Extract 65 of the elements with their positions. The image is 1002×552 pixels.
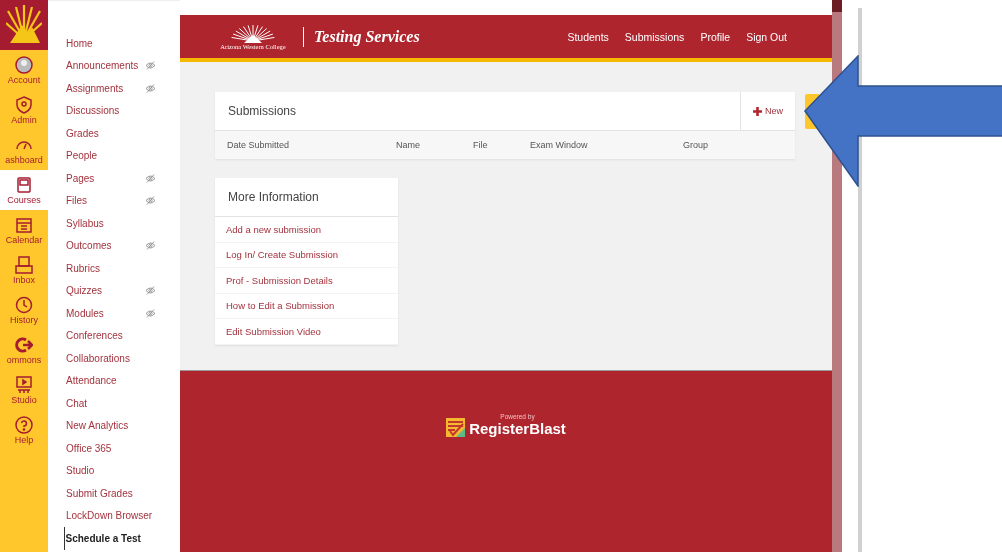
nav-icon — [15, 375, 33, 394]
column-header: File — [473, 140, 489, 150]
nav-icon — [15, 335, 33, 354]
nav-icon — [15, 215, 33, 234]
nav-icon — [15, 415, 33, 434]
checklist-logo-icon — [446, 418, 467, 437]
global-nav-item[interactable]: Admin — [0, 90, 48, 130]
app-title: Testing Services — [314, 27, 420, 46]
global-nav-item[interactable]: Inbox — [0, 250, 48, 290]
course-nav-link[interactable]: Studio — [66, 459, 156, 482]
course-nav-link[interactable]: Home — [66, 32, 156, 55]
brand-name: RegisterBlast — [469, 420, 566, 437]
column-header: Date Submitted — [227, 140, 291, 150]
column-header: Name — [396, 140, 421, 150]
course-nav-link[interactable]: Syllabus — [66, 212, 156, 235]
course-nav-link[interactable]: New Analytics — [66, 414, 156, 437]
global-nav-item[interactable]: ommons — [0, 330, 48, 370]
course-nav-link[interactable]: Rubrics — [66, 257, 156, 280]
course-nav-link[interactable]: Discussions — [66, 99, 156, 122]
nav-icon — [15, 95, 33, 114]
global-nav-item[interactable]: Help — [0, 410, 48, 450]
info-link[interactable]: Log In/ Create Submission — [215, 242, 398, 268]
course-nav-link[interactable]: Collaborations — [66, 347, 156, 370]
header-link[interactable]: Profile — [700, 30, 731, 43]
info-link[interactable]: Add a new submission — [215, 217, 398, 243]
nav-icon — [15, 295, 33, 314]
card-title: Submissions — [227, 104, 297, 118]
course-nav-link[interactable]: Assignments — [66, 77, 156, 100]
course-nav-link[interactable]: Chat — [66, 392, 156, 415]
course-nav-link[interactable]: Grades — [66, 122, 156, 145]
course-nav-link[interactable]: Conferences — [66, 324, 156, 347]
info-link[interactable]: Edit Submission Video — [215, 319, 398, 345]
plus-icon — [753, 106, 762, 116]
info-link[interactable]: How to Edit a Submission — [215, 293, 398, 319]
course-nav-link[interactable]: Outcomes — [66, 234, 156, 257]
global-nav-item[interactable]: Studio — [0, 370, 48, 410]
header-link[interactable]: Students — [567, 30, 609, 43]
new-button[interactable]: New — [740, 92, 795, 130]
column-header: Exam Window — [530, 140, 589, 150]
course-nav-link[interactable]: People — [66, 144, 156, 167]
global-nav-item[interactable]: History — [0, 290, 48, 330]
column-header: Group — [683, 140, 709, 150]
course-nav-link[interactable]: Modules — [66, 302, 156, 325]
course-nav-link[interactable]: Schedule a Test — [64, 527, 156, 550]
sunburst-logo-icon — [6, 5, 42, 45]
nav-icon — [15, 175, 33, 194]
global-nav-item[interactable]: Courses — [0, 170, 48, 210]
info-link[interactable]: Prof - Submission Details — [215, 268, 398, 294]
header-link[interactable]: Sign Out — [746, 30, 787, 43]
card-title: More Information — [227, 190, 319, 204]
global-nav-item[interactable]: Account — [0, 50, 48, 90]
global-nav-item[interactable]: Calendar — [0, 210, 48, 250]
course-nav-link[interactable]: Submit Grades — [66, 482, 156, 505]
course-nav-link[interactable]: Pages — [66, 167, 156, 190]
header-link[interactable]: Submissions — [624, 30, 685, 43]
nav-icon — [15, 55, 33, 74]
sunburst-logo-icon — [230, 23, 276, 43]
global-nav-item[interactable]: ashboard — [0, 130, 48, 170]
course-nav-link[interactable]: Files — [66, 189, 156, 212]
course-nav-link[interactable]: Announcements — [66, 54, 156, 77]
course-nav-link[interactable]: Quizzes — [66, 279, 156, 302]
nav-icon — [15, 255, 33, 274]
course-nav-link[interactable]: Attendance — [66, 369, 156, 392]
course-nav-link[interactable]: Office 365 — [66, 437, 156, 460]
course-nav-link[interactable]: LockDown Browser — [66, 504, 156, 527]
